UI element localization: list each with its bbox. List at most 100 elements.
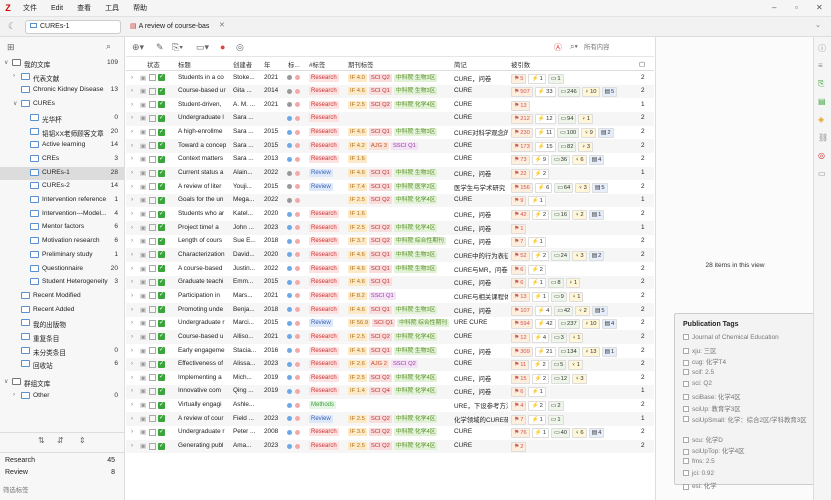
col-header-citations[interactable]: 被引数 (511, 60, 530, 69)
column-picker-icon[interactable]: ▢ (639, 60, 645, 68)
read-check-icon[interactable] (158, 100, 165, 109)
read-check-icon[interactable] (158, 141, 165, 150)
table-row[interactable]: › ▣ Innovative com Qing ... 2019 Research IF 1… (126, 384, 654, 399)
tag-chip[interactable]: Methods (309, 401, 337, 410)
search-icon[interactable]: ⌕ (106, 41, 111, 52)
tag-chip[interactable]: Research (309, 73, 339, 82)
sidebar-item-9[interactable]: CUREs-2 14 (0, 180, 125, 194)
tag-chip[interactable]: Research (309, 87, 339, 96)
new-item-icon[interactable]: ⊕▾ (132, 42, 144, 53)
table-row[interactable]: › ▣ Length of cours Sue E... 2018 Research IF … (126, 235, 654, 249)
expand-twisty-icon[interactable]: › (131, 142, 133, 149)
col-header-title[interactable]: 标题 (178, 60, 191, 69)
table-row[interactable]: › ▣ Students who ar Katel... 2020 Research IF … (126, 208, 654, 222)
status-checkbox[interactable] (149, 74, 156, 81)
expand-twisty-icon[interactable]: › (131, 265, 133, 272)
col-header-journal[interactable]: 期刊标签 (348, 60, 374, 69)
col-header-status[interactable]: 状态 (147, 60, 160, 69)
locate-icon[interactable]: ◎ (818, 151, 825, 160)
annotate-icon[interactable]: ● (220, 42, 225, 52)
table-row[interactable]: ›▣Undergraduate lSara ...ResearchCURE⚑21… (126, 111, 654, 126)
maximize-icon[interactable]: ▫ (795, 3, 798, 12)
sidebar-item-24[interactable]: › Other 0 (0, 390, 125, 404)
publication-tag-checkbox[interactable] (683, 458, 689, 465)
read-check-icon[interactable] (158, 387, 165, 395)
read-check-icon[interactable] (158, 291, 165, 300)
expand-twisty-icon[interactable]: › (131, 210, 133, 217)
expand-twisty-icon[interactable]: › (131, 114, 133, 121)
status-checkbox[interactable] (149, 442, 156, 450)
attachment-icon[interactable]: ⎘▾ (172, 42, 183, 53)
read-check-icon[interactable] (158, 155, 165, 163)
col-header-creator[interactable]: 创建者 (233, 60, 252, 69)
chevron-right-icon[interactable]: › (13, 392, 15, 398)
chat-icon[interactable]: ▭ (818, 169, 826, 178)
col-header-year[interactable]: 年 (264, 60, 270, 69)
tag-chip[interactable]: Research (309, 387, 339, 396)
publication-tag-checkbox[interactable] (683, 415, 689, 422)
new-collection-icon[interactable]: ⊞ (7, 42, 15, 53)
sidebar-item-22[interactable]: 回收站 6 (0, 358, 125, 372)
read-check-icon[interactable] (158, 182, 165, 191)
table-row[interactable]: › ▣ Goals for the un Mega... 2022 IF 2.5SCI Q… (126, 193, 654, 208)
sidebar-item-23[interactable]: ∨ 群组文库 (0, 376, 125, 390)
expand-twisty-icon[interactable]: › (131, 224, 133, 231)
table-row[interactable]: › ▣ Undergraduate r Marci... 2015 Review IF 56… (126, 317, 654, 331)
notes-icon[interactable]: ▤ (818, 97, 826, 106)
read-check-icon[interactable] (158, 346, 165, 354)
expand-twisty-icon[interactable]: › (131, 251, 133, 258)
status-checkbox[interactable] (149, 387, 156, 395)
read-check-icon[interactable] (158, 332, 165, 341)
status-checkbox[interactable] (149, 319, 156, 327)
tags-icon[interactable]: ◈ (818, 115, 824, 124)
tag-item-research[interactable]: Research 45 (5, 457, 115, 464)
table-row[interactable]: › ▣ Student-driven, A. M. ... 2021 Research IF… (126, 98, 654, 112)
tag-chip[interactable]: Review (309, 414, 333, 423)
read-check-icon[interactable] (158, 305, 165, 314)
publication-tag-item[interactable]: sciUpSmall: 化学：综合2区/学科教育3区 (683, 415, 812, 424)
collapse-icon[interactable]: ⇕ (79, 436, 86, 445)
read-check-icon[interactable] (158, 442, 165, 450)
sidebar-item-10[interactable]: Intervention reference 1 (0, 194, 125, 208)
read-check-icon[interactable] (158, 401, 165, 409)
status-checkbox[interactable] (149, 224, 156, 232)
expand-twisty-icon[interactable]: › (131, 155, 133, 162)
note-icon[interactable]: ▭▾ (196, 42, 209, 53)
publication-tag-checkbox[interactable] (683, 448, 689, 455)
menu-file[interactable]: 文件 (16, 3, 44, 13)
tag-chip[interactable]: Research (309, 237, 339, 246)
read-check-icon[interactable] (158, 414, 165, 423)
related-icon[interactable]: ⛓ (818, 133, 828, 142)
read-check-icon[interactable] (158, 319, 165, 327)
abstract-icon[interactable]: ≡ (818, 61, 823, 70)
status-checkbox[interactable] (149, 142, 156, 150)
tag-chip[interactable]: Research (309, 346, 339, 355)
sidebar-item-16[interactable]: Student Heterogeneity 3 (0, 276, 125, 290)
tag-item-review[interactable]: Review 8 (5, 469, 115, 476)
expand-twisty-icon[interactable]: › (131, 360, 133, 367)
expand-twisty-icon[interactable]: › (131, 292, 133, 299)
read-check-icon[interactable] (158, 250, 165, 259)
sidebar-item-13[interactable]: Motivation research 6 (0, 235, 125, 249)
tag-chip[interactable]: Research (309, 210, 339, 218)
tag-chip[interactable]: Research (309, 264, 339, 273)
sidebar-item-4[interactable]: 光华杯 0 (0, 112, 125, 126)
sync-icon[interactable]: ◎ (236, 42, 244, 53)
tag-chip[interactable]: Research (309, 291, 339, 300)
publication-tag-item[interactable]: scu: 化学D (683, 435, 723, 444)
expand-twisty-icon[interactable]: › (131, 387, 133, 394)
chevron-down-icon[interactable]: ∨ (4, 59, 8, 66)
magic-wand-icon[interactable]: ✎ (156, 42, 164, 53)
expand-twisty-icon[interactable]: › (131, 128, 133, 135)
expand-twisty-icon[interactable]: › (131, 347, 133, 354)
tag-chip[interactable]: Research (309, 141, 339, 150)
status-checkbox[interactable] (149, 265, 156, 273)
status-checkbox[interactable] (149, 128, 156, 136)
status-checkbox[interactable] (149, 169, 156, 177)
publication-tag-checkbox[interactable] (683, 369, 689, 376)
table-row[interactable]: › ▣ A high-enrollme Sara ... 2015 Research IF … (126, 126, 654, 140)
table-row[interactable]: › ▣ Current status a Alain... 2022 Review IF 4… (126, 166, 654, 181)
tag-chip[interactable]: Research (309, 250, 339, 259)
tag-chip[interactable]: Research (309, 373, 339, 382)
sidebar-item-19[interactable]: 我的出版物 (0, 317, 125, 331)
